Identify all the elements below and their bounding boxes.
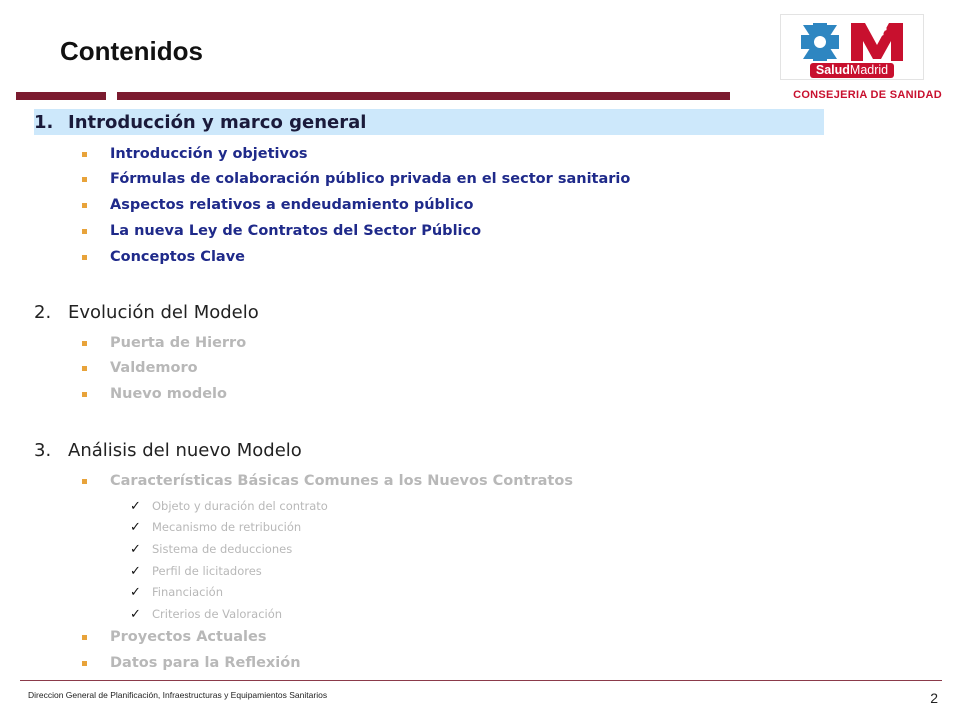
square-bullet-icon bbox=[82, 634, 87, 640]
header-bar-left bbox=[16, 92, 106, 100]
organization-label: CONSEJERIA DE SANIDAD bbox=[793, 89, 942, 101]
sub-list-item[interactable]: ✓ Criterios de Valoración bbox=[130, 604, 282, 624]
list-item[interactable]: Introducción y objetivos bbox=[82, 143, 308, 165]
section-title: Análisis del nuevo Modelo bbox=[68, 439, 302, 461]
square-bullet-icon bbox=[82, 340, 87, 346]
sub-list-item[interactable]: ✓ Perfil de licitadores bbox=[130, 561, 262, 581]
list-item[interactable]: La nueva Ley de Contratos del Sector Púb… bbox=[82, 220, 481, 242]
list-item[interactable]: Nuevo modelo bbox=[82, 383, 227, 405]
list-item[interactable]: Valdemoro bbox=[82, 357, 198, 379]
slide: Contenidos SaludMadrid CONSEJERIA DE SAN… bbox=[0, 0, 960, 720]
list-item[interactable]: Puerta de Hierro bbox=[82, 332, 246, 354]
sub-list-item[interactable]: ✓ Objeto y duración del contrato bbox=[130, 496, 328, 516]
section-title: Introducción y marco general bbox=[68, 111, 367, 133]
list-item[interactable]: Fórmulas de colaboración público privada… bbox=[82, 168, 630, 190]
square-bullet-icon bbox=[82, 478, 87, 484]
logo-wordmark: SaludMadrid bbox=[809, 62, 895, 78]
section-title: Evolución del Modelo bbox=[68, 301, 259, 323]
checkmark-icon: ✓ bbox=[130, 563, 141, 579]
sub-list-item[interactable]: ✓ Financiación bbox=[130, 582, 223, 602]
square-bullet-icon bbox=[82, 365, 87, 371]
square-bullet-icon bbox=[82, 202, 87, 208]
list-item[interactable]: Proyectos Actuales bbox=[82, 626, 266, 648]
section-number: 3. bbox=[34, 439, 52, 461]
square-bullet-icon bbox=[82, 391, 87, 397]
header-bar-main bbox=[117, 92, 730, 100]
section-1-heading[interactable]: 1. Introducción y marco general bbox=[34, 109, 366, 135]
footer-divider bbox=[20, 680, 942, 681]
checkmark-icon: ✓ bbox=[130, 584, 141, 600]
list-item[interactable]: Conceptos Clave bbox=[82, 246, 245, 268]
salud-madrid-logo-icon bbox=[801, 23, 903, 61]
sub-list-item[interactable]: ✓ Sistema de deducciones bbox=[130, 539, 292, 559]
checkmark-icon: ✓ bbox=[130, 541, 141, 557]
slide-title: Contenidos bbox=[60, 36, 203, 66]
list-item[interactable]: Características Básicas Comunes a los Nu… bbox=[82, 470, 573, 492]
sub-list-item[interactable]: ✓ Mecanismo de retribución bbox=[130, 517, 301, 537]
section-number: 2. bbox=[34, 301, 52, 323]
page-number: 2 bbox=[930, 690, 938, 706]
checkmark-icon: ✓ bbox=[130, 498, 141, 514]
checkmark-icon: ✓ bbox=[130, 606, 141, 622]
section-2-heading[interactable]: 2. Evolución del Modelo bbox=[34, 299, 259, 325]
section-number: 1. bbox=[34, 111, 54, 133]
list-item[interactable]: Datos para la Reflexión bbox=[82, 652, 301, 674]
square-bullet-icon bbox=[82, 254, 87, 260]
list-item[interactable]: Aspectos relativos a endeudamiento públi… bbox=[82, 194, 473, 216]
footer-text: Direccion General de Planificación, Infr… bbox=[28, 690, 328, 700]
section-3-heading[interactable]: 3. Análisis del nuevo Modelo bbox=[34, 437, 302, 463]
salud-madrid-logo: SaludMadrid bbox=[780, 14, 924, 80]
square-bullet-icon bbox=[82, 151, 87, 157]
square-bullet-icon bbox=[82, 660, 87, 666]
square-bullet-icon bbox=[82, 228, 87, 234]
square-bullet-icon bbox=[82, 176, 87, 182]
checkmark-icon: ✓ bbox=[130, 519, 141, 535]
